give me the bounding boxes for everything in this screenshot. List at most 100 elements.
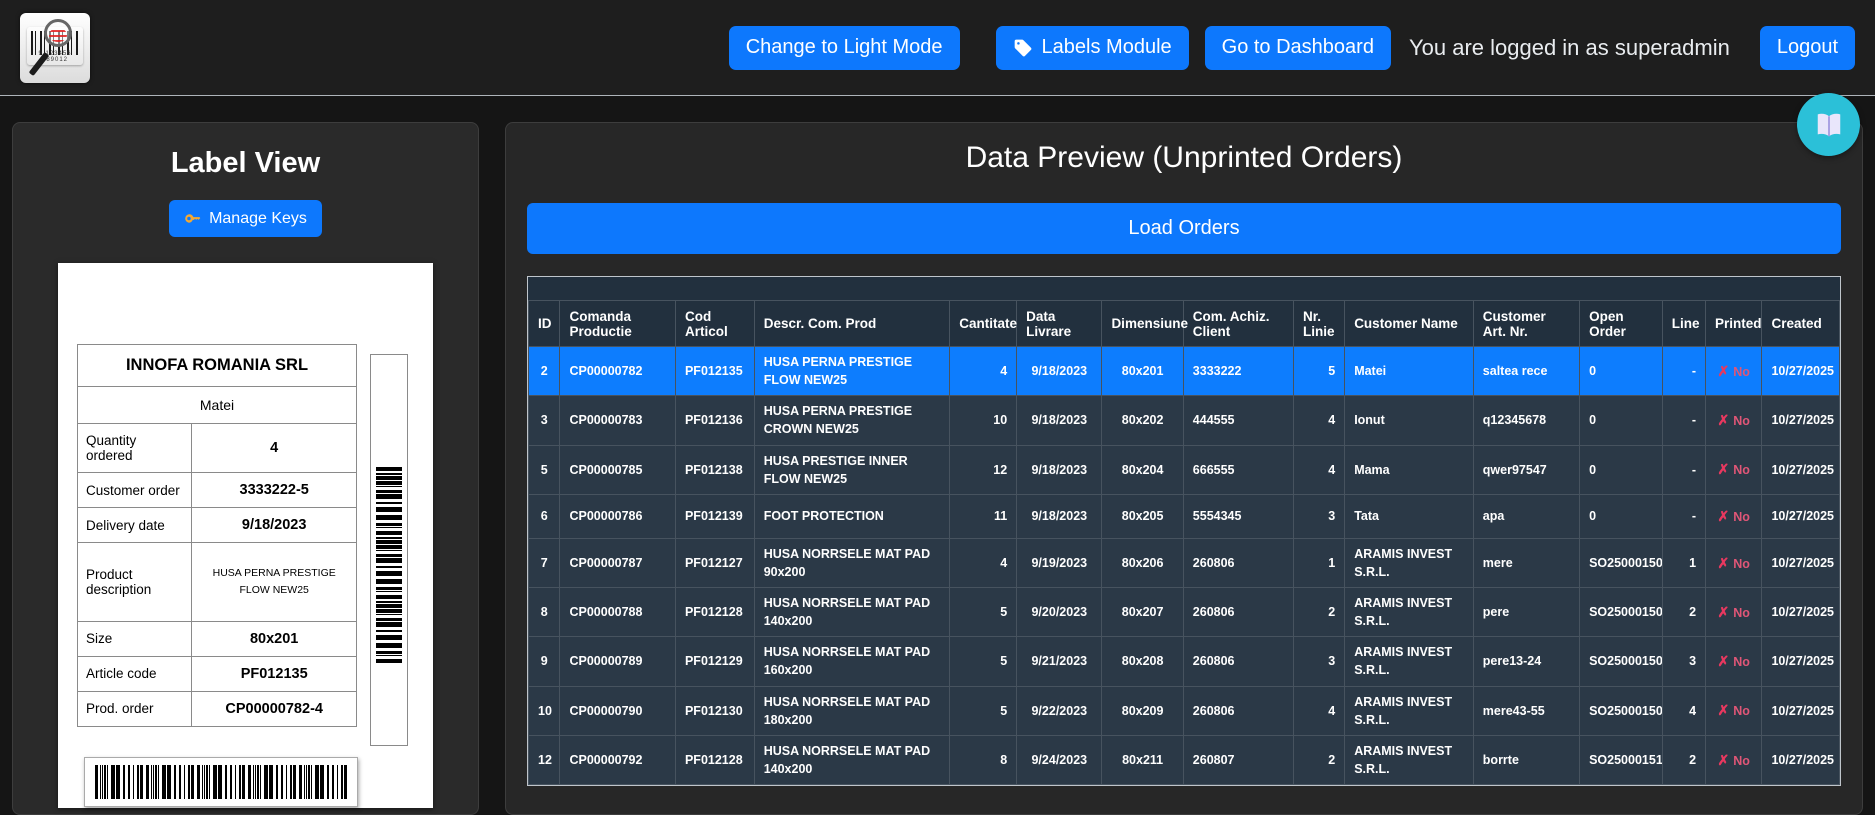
cell: 3 xyxy=(1662,637,1705,686)
label-field-value: 80x201 xyxy=(192,621,357,656)
cell: CP00000787 xyxy=(560,538,675,587)
cell: PF012130 xyxy=(675,686,754,735)
cell: 2 xyxy=(529,347,560,396)
cell: 10/27/2025 xyxy=(1762,637,1840,686)
cell: 10/27/2025 xyxy=(1762,494,1840,538)
cell: 0 xyxy=(1580,445,1663,494)
cell: HUSA NORRSELE MAT PAD 140x200 xyxy=(754,588,950,637)
cell: 10/27/2025 xyxy=(1762,347,1840,396)
light-mode-button[interactable]: Change to Light Mode xyxy=(729,26,960,70)
labels-module-label: Labels Module xyxy=(1042,36,1172,59)
data-preview-panel: Data Preview (Unprinted Orders) Load Ord… xyxy=(505,122,1863,815)
load-orders-button[interactable]: Load Orders xyxy=(527,203,1841,254)
cell: 4 xyxy=(1662,686,1705,735)
cell: 10/27/2025 xyxy=(1762,396,1840,445)
cell: q12345678 xyxy=(1473,396,1579,445)
cell: PF012129 xyxy=(675,637,754,686)
printed-cell: ✗No xyxy=(1706,494,1762,538)
label-row: Prod. orderCP00000782-4 xyxy=(78,691,357,726)
printed-cell: ✗No xyxy=(1706,637,1762,686)
cell: 1 xyxy=(1294,538,1345,587)
label-field-name: Customer order xyxy=(78,473,192,508)
label-field-value: 3333222-5 xyxy=(192,473,357,508)
cell: 9/18/2023 xyxy=(1017,445,1102,494)
column-header: Com. Achiz. Client xyxy=(1183,301,1293,347)
logged-in-text: You are logged in as superadmin xyxy=(1409,35,1730,61)
table-row[interactable]: 3CP00000783PF012136HUSA PERNA PRESTIGE C… xyxy=(529,396,1840,445)
cell: - xyxy=(1662,445,1705,494)
cell: HUSA PERNA PRESTIGE CROWN NEW25 xyxy=(754,396,950,445)
column-header: Nr. Linie xyxy=(1294,301,1345,347)
cell: Matei xyxy=(1345,347,1474,396)
cell: 5 xyxy=(950,637,1017,686)
cell: HUSA NORRSELE MAT PAD 160x200 xyxy=(754,637,950,686)
cell: HUSA PERNA PRESTIGE FLOW NEW25 xyxy=(754,347,950,396)
x-icon: ✗ xyxy=(1718,555,1730,571)
logout-button[interactable]: Logout xyxy=(1760,26,1855,70)
cell: 0 xyxy=(1580,396,1663,445)
cell: SO25000151 xyxy=(1580,735,1663,784)
cell: CP00000788 xyxy=(560,588,675,637)
cell: FOOT PROTECTION xyxy=(754,494,950,538)
cell: 80x205 xyxy=(1102,494,1183,538)
label-field-name: Product description xyxy=(78,543,192,622)
table-row[interactable]: 5CP00000785PF012138HUSA PRESTIGE INNER F… xyxy=(529,445,1840,494)
table-row[interactable]: 10CP00000790PF012130HUSA NORRSELE MAT PA… xyxy=(529,686,1840,735)
cell: 80x207 xyxy=(1102,588,1183,637)
cell: 10 xyxy=(529,686,560,735)
column-header: Dimensiune xyxy=(1102,301,1183,347)
cell: 9/24/2023 xyxy=(1017,735,1102,784)
cell: 9/18/2023 xyxy=(1017,347,1102,396)
x-icon: ✗ xyxy=(1718,752,1730,768)
column-header: Customer Art. Nr. xyxy=(1473,301,1579,347)
printed-cell: ✗No xyxy=(1706,735,1762,784)
cell: 260806 xyxy=(1183,538,1293,587)
cell: 5 xyxy=(529,445,560,494)
cell: 7 xyxy=(529,538,560,587)
manage-keys-button[interactable]: Manage Keys xyxy=(169,200,322,237)
cell: 2 xyxy=(1294,588,1345,637)
table-row[interactable]: 2CP00000782PF012135HUSA PERNA PRESTIGE F… xyxy=(529,347,1840,396)
label-field-value: 9/18/2023 xyxy=(192,508,357,543)
cell: 5 xyxy=(950,588,1017,637)
table-row[interactable]: 6CP00000786PF012139FOOT PROTECTION119/18… xyxy=(529,494,1840,538)
label-field-value: CP00000782-4 xyxy=(192,691,357,726)
table-row[interactable]: 8CP00000788PF012128HUSA NORRSELE MAT PAD… xyxy=(529,588,1840,637)
cell: apa xyxy=(1473,494,1579,538)
label-row: Article codePF012135 xyxy=(78,656,357,691)
label-view-panel: Label View Manage Keys INNOFA ROMANIA SR… xyxy=(12,122,479,815)
cell: 80x208 xyxy=(1102,637,1183,686)
cell: SO25000150 xyxy=(1580,637,1663,686)
column-header: Cantitate xyxy=(950,301,1017,347)
column-header: Open Order xyxy=(1580,301,1663,347)
app-logo[interactable]: 9 123456 789012 xyxy=(20,13,90,83)
cell: 10/27/2025 xyxy=(1762,686,1840,735)
table-row[interactable]: 12CP00000792PF012128HUSA NORRSELE MAT PA… xyxy=(529,735,1840,784)
cell: 4 xyxy=(1294,396,1345,445)
table-row[interactable]: 9CP00000789PF012129HUSA NORRSELE MAT PAD… xyxy=(529,637,1840,686)
cell: CP00000786 xyxy=(560,494,675,538)
cell: CP00000789 xyxy=(560,637,675,686)
printed-cell: ✗No xyxy=(1706,686,1762,735)
cell: 0 xyxy=(1580,347,1663,396)
cell: mere xyxy=(1473,538,1579,587)
label-company: INNOFA ROMANIA SRL xyxy=(78,345,357,387)
book-fab-button[interactable] xyxy=(1797,93,1860,156)
table-row[interactable]: 7CP00000787PF012127HUSA NORRSELE MAT PAD… xyxy=(529,538,1840,587)
cell: pere13-24 xyxy=(1473,637,1579,686)
cell: 12 xyxy=(529,735,560,784)
cell: Tata xyxy=(1345,494,1474,538)
labels-module-button[interactable]: Labels Module xyxy=(996,26,1189,70)
printed-cell: ✗No xyxy=(1706,347,1762,396)
cell: 3 xyxy=(1294,494,1345,538)
cell: 3 xyxy=(1294,637,1345,686)
cell: 11 xyxy=(950,494,1017,538)
dashboard-button[interactable]: Go to Dashboard xyxy=(1205,26,1391,70)
column-header: Created xyxy=(1762,301,1840,347)
cell: 0 xyxy=(1580,494,1663,538)
cell: 5 xyxy=(950,686,1017,735)
cell: 9/22/2023 xyxy=(1017,686,1102,735)
cell: 260807 xyxy=(1183,735,1293,784)
cell: PF012127 xyxy=(675,538,754,587)
cell: 260806 xyxy=(1183,637,1293,686)
